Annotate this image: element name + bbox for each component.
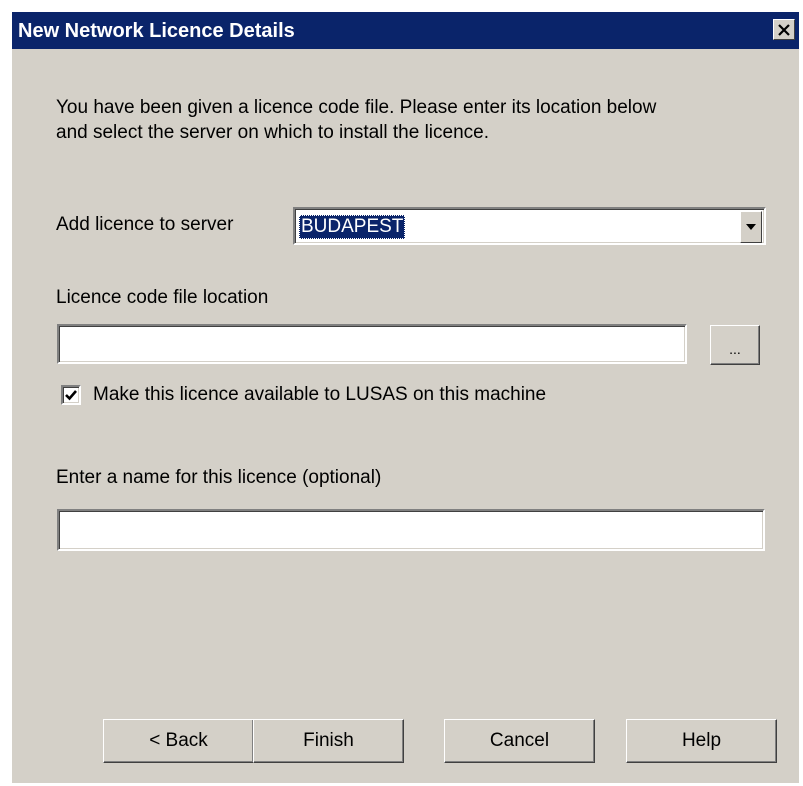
- close-icon: [778, 23, 790, 36]
- licence-dialog: New Network Licence Details You have bee…: [12, 12, 799, 783]
- cancel-button-label: Cancel: [489, 730, 550, 751]
- checkmark-icon: [65, 390, 77, 401]
- server-selected-value: BUDAPEST: [299, 215, 406, 239]
- intro-line-1: You have been given a licence code file.…: [56, 97, 657, 118]
- window-title: New Network Licence Details: [18, 20, 295, 42]
- server-combobox[interactable]: BUDAPEST: [293, 207, 766, 245]
- finish-button-label: Finish: [303, 730, 354, 751]
- cancel-button[interactable]: Cancel: [444, 719, 595, 763]
- server-label: Add licence to server: [56, 214, 234, 235]
- close-button[interactable]: [773, 19, 795, 40]
- availability-label: Make this licence available to LUSAS on …: [93, 384, 547, 405]
- finish-button[interactable]: Finish: [253, 719, 404, 763]
- chevron-down-icon: [746, 224, 756, 230]
- file-location-input[interactable]: [57, 324, 687, 364]
- help-button-label: Help: [681, 730, 722, 751]
- availability-checkbox[interactable]: [61, 385, 81, 405]
- back-button-label: < Back: [149, 730, 208, 751]
- browse-button-label: ...: [729, 341, 741, 357]
- server-dropdown-button[interactable]: [740, 211, 762, 243]
- licence-name-input[interactable]: [57, 509, 765, 551]
- help-button[interactable]: Help: [626, 719, 777, 763]
- browse-button[interactable]: ...: [710, 325, 760, 365]
- title-bar: New Network Licence Details: [12, 12, 799, 49]
- intro-line-2: and select the server on which to instal…: [56, 122, 490, 143]
- file-location-label: Licence code file location: [56, 287, 269, 308]
- back-button[interactable]: < Back: [103, 719, 254, 763]
- licence-name-label: Enter a name for this licence (optional): [56, 467, 382, 488]
